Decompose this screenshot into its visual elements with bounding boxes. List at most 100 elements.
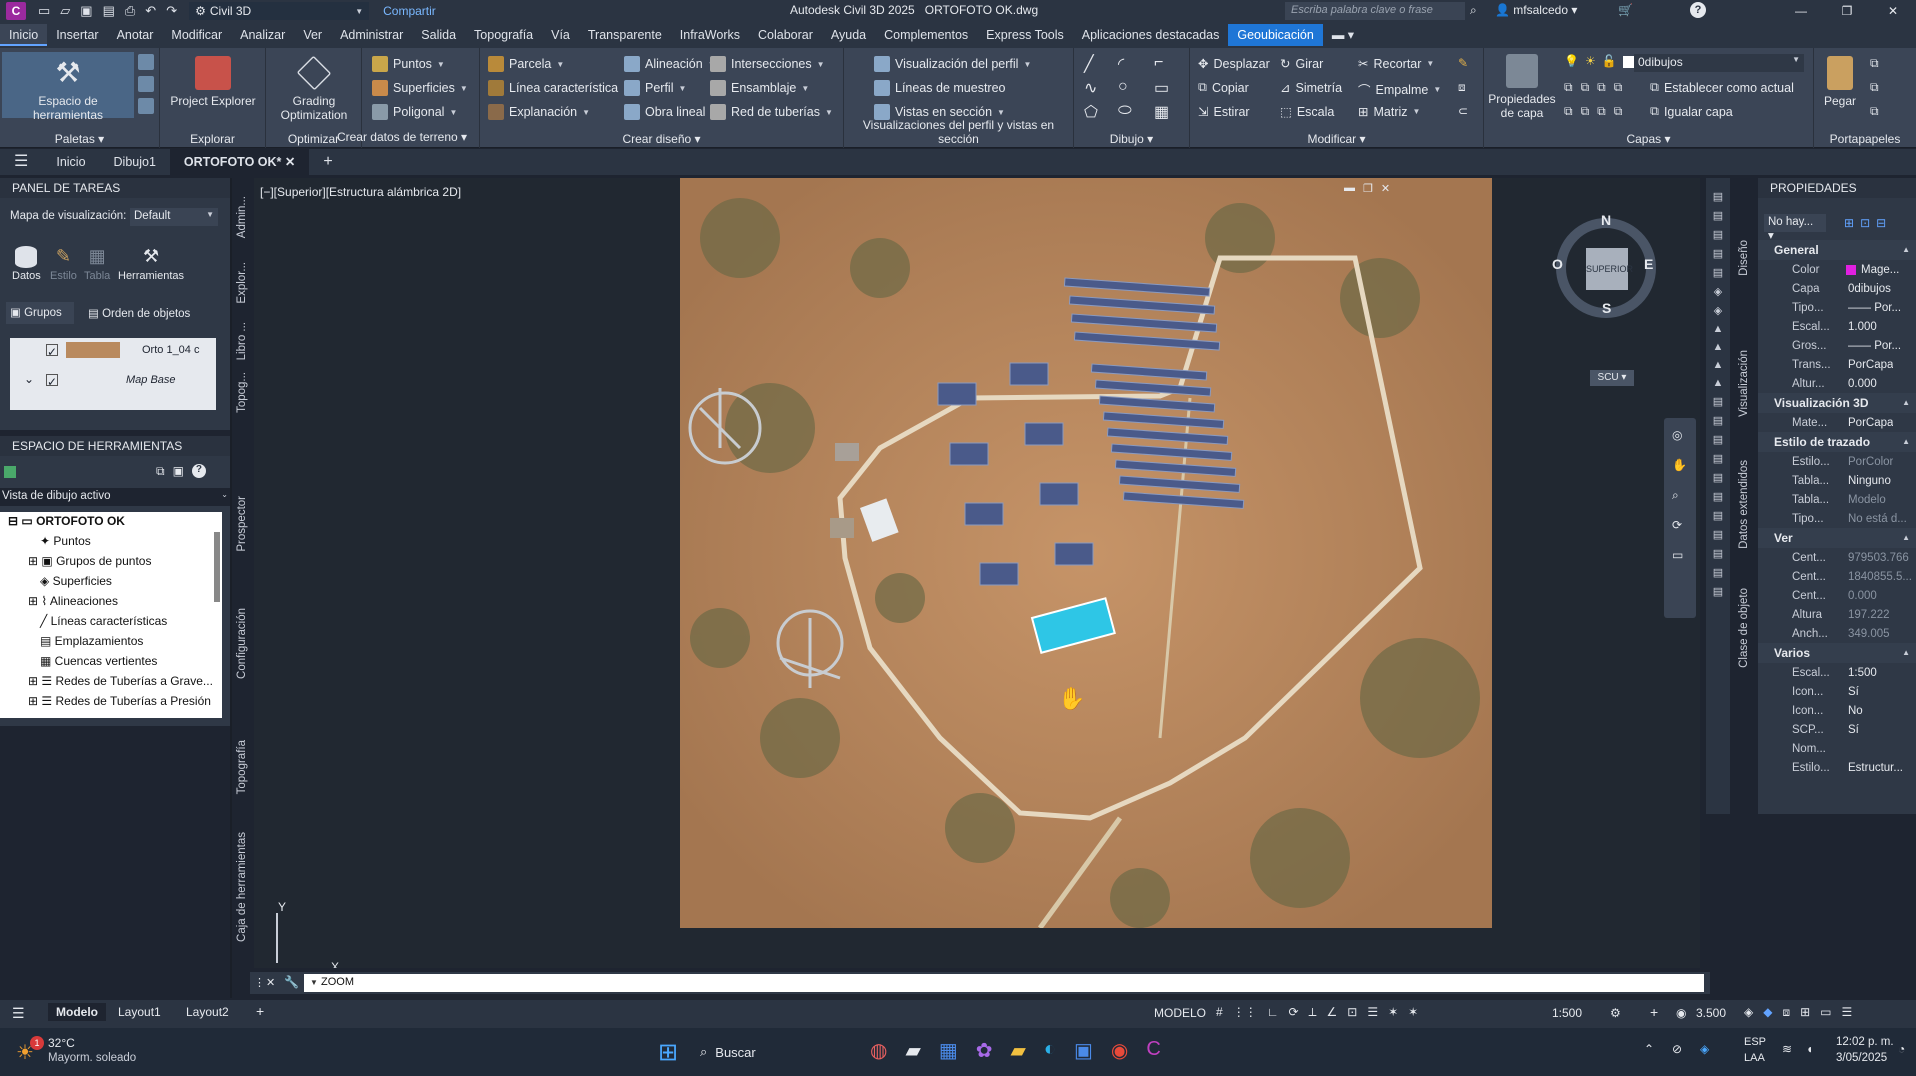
props-tab-visualizacion[interactable]: Visualización — [1738, 350, 1750, 417]
file-tab-inicio[interactable]: Inicio — [42, 149, 99, 175]
annotation-visibility-icon[interactable]: ✶ — [1388, 1005, 1398, 1020]
globe-icon[interactable]: ◉ — [1676, 1006, 1686, 1020]
tab-via[interactable]: Vía — [542, 24, 579, 46]
close-icon[interactable]: ✕ — [1870, 0, 1916, 22]
layer-tool-8-icon[interactable]: ⧉ — [1614, 104, 1623, 119]
copy-button[interactable]: ⧉ Copiar — [1198, 80, 1249, 95]
copy-clip-icon[interactable]: ⧉ — [1870, 56, 1879, 71]
prop-tipo[interactable]: Tipo... —— Por... — [1758, 298, 1916, 317]
prop-plot-type[interactable]: Tipo... No está d... — [1758, 509, 1916, 528]
plus-icon[interactable]: + — [1650, 1004, 1658, 1020]
tool-icon-13[interactable]: ▤ — [1713, 414, 1723, 427]
navigation-bar[interactable]: ◎ ✋ ⌕ ⟳ ▭ — [1664, 418, 1696, 618]
stretch-button[interactable]: ⇲ Estirar — [1198, 104, 1250, 120]
search-icon[interactable]: ⌕ — [1470, 3, 1477, 18]
tool-icon-4[interactable]: ▤ — [1713, 247, 1723, 260]
prop-annot-scale[interactable]: Escal... 1:500 — [1758, 663, 1916, 682]
civil3d-taskbar-icon[interactable]: C — [1146, 1038, 1160, 1063]
tool-icon-22[interactable]: ▤ — [1713, 585, 1723, 598]
arc-icon[interactable]: ◜ — [1118, 54, 1124, 74]
task-view-icon[interactable]: ▰ — [905, 1038, 920, 1063]
herramientas-button[interactable]: ⚒ Herramientas — [118, 246, 184, 282]
clock-time[interactable]: 12:02 p. m. — [1836, 1036, 1894, 1048]
model-space-button[interactable]: MODELO — [1154, 1006, 1206, 1020]
cmd-grip-icon[interactable]: ⋮ — [254, 976, 265, 989]
tool-icon-10[interactable]: ▲ — [1713, 359, 1724, 371]
circle-icon[interactable]: ○ — [1118, 78, 1128, 96]
groups-tab[interactable]: ▣ Grupos — [6, 302, 74, 324]
paste-button[interactable]: Pegar — [1818, 56, 1862, 108]
settings-icon[interactable]: ⚙ — [1610, 1006, 1621, 1020]
tabla-button[interactable]: ▦ Tabla — [84, 246, 110, 282]
tool-icon-2[interactable]: ▤ — [1713, 209, 1723, 222]
mirror-button[interactable]: ⊿ Simetría — [1280, 80, 1342, 96]
side-tab-explorer[interactable]: Explor... — [236, 262, 248, 304]
copilot-icon[interactable]: ✿ — [976, 1038, 993, 1063]
tool-palettes-icon[interactable] — [138, 98, 154, 114]
isolate-icon[interactable]: ◆ — [1763, 1005, 1772, 1020]
prop-ucs-icon-on[interactable]: Icon... Sí — [1758, 682, 1916, 701]
design-center-icon[interactable] — [138, 76, 154, 92]
customize-status-icon[interactable]: ☰ — [1842, 1005, 1853, 1020]
project-explorer-button[interactable]: Project Explorer — [168, 56, 258, 108]
hamburger-icon[interactable]: ☰ — [0, 149, 42, 175]
share-button[interactable]: Compartir — [383, 4, 436, 18]
orthophoto-image[interactable] — [680, 178, 1492, 928]
tab-administrar[interactable]: Administrar — [331, 24, 412, 46]
match-layer-button[interactable]: ⧉ Igualar capa — [1650, 104, 1733, 119]
panel-title-modificar[interactable]: Modificar ▾ — [1190, 132, 1483, 146]
zoom-icon[interactable]: ⌕ — [1672, 488, 1679, 503]
tray-app2-icon[interactable]: ◈ — [1700, 1042, 1709, 1056]
isodraft-icon[interactable]: ⟂ — [1309, 1005, 1317, 1020]
clock-date[interactable]: 3/05/2025 — [1836, 1052, 1887, 1064]
panel-title-paletas[interactable]: Paletas ▾ — [0, 132, 159, 146]
tab-salida[interactable]: Salida — [412, 24, 465, 46]
prop-altura[interactable]: Altur... 0.000 — [1758, 374, 1916, 393]
close-tab-icon[interactable]: ✕ — [285, 155, 295, 169]
toolspace-help-icon[interactable]: ? — [191, 464, 206, 478]
tray-chevron-icon[interactable]: ⌃ — [1644, 1042, 1654, 1056]
widgets-icon[interactable]: ▦ — [939, 1038, 958, 1063]
datos-button[interactable]: Datos — [12, 246, 41, 282]
compass-e[interactable]: E — [1644, 256, 1653, 272]
layer-tool-1-icon[interactable]: ⧉ — [1564, 80, 1573, 95]
weather-desc[interactable]: Mayorm. soleado — [48, 1052, 136, 1064]
lang-2[interactable]: LAA — [1744, 1052, 1765, 1064]
polygon-icon[interactable]: ⬠ — [1084, 102, 1098, 122]
user-account[interactable]: 👤 mfsalcedo ▾ — [1495, 3, 1577, 17]
pipe-network-button[interactable]: Red de tuberías ▼ — [710, 104, 833, 120]
ortho-icon[interactable]: ∟ — [1267, 1005, 1279, 1020]
viewport-restore-icon[interactable]: ❐ — [1363, 182, 1373, 195]
notifications-icon[interactable]: ◔ — [1898, 1042, 1905, 1056]
prop-capa[interactable]: Capa 0dibujos — [1758, 279, 1916, 298]
panel-title-capas[interactable]: Capas ▾ — [1484, 132, 1813, 146]
volume-icon[interactable]: ◖ — [1806, 1042, 1813, 1056]
search-input[interactable]: Escriba palabra clave o frase — [1285, 2, 1465, 20]
panel-title-terreno[interactable]: Crear datos de terreno ▾ — [322, 130, 482, 145]
layer-properties-button[interactable]: Propiedades de capa — [1488, 54, 1556, 120]
command-line[interactable]: ⋮ ✕ 🔧 ▼ ZOOM — [250, 972, 1710, 994]
move-button[interactable]: ✥ Desplazar — [1198, 56, 1270, 72]
prop-view-height[interactable]: Altura 197.222 — [1758, 605, 1916, 624]
search-highlight-icon[interactable]: ◍ — [870, 1038, 887, 1063]
workspace-icon[interactable]: ⊞ — [1800, 1005, 1810, 1020]
prop-plot-table2[interactable]: Tabla... Modelo — [1758, 490, 1916, 509]
puntos-button[interactable]: Puntos ▼ — [372, 56, 445, 72]
polyline-icon[interactable]: ⌐ — [1154, 54, 1163, 72]
polar-icon[interactable]: ⟳ — [1288, 1005, 1298, 1020]
prop-center-y[interactable]: Cent... 1840855.5... — [1758, 567, 1916, 586]
prop-material[interactable]: Mate... PorCapa — [1758, 413, 1916, 432]
cut-icon[interactable]: ⧉ — [1870, 80, 1879, 95]
ucs-menu[interactable]: SCU ▾ — [1590, 370, 1634, 386]
trim-button[interactable]: ✂ Recortar ▼ — [1358, 56, 1434, 72]
assembly-button[interactable]: Ensamblaje ▼ — [710, 80, 809, 96]
annotation-scale[interactable]: 1:500 — [1552, 1006, 1582, 1020]
draw-order-tab[interactable]: ▤ Orden de objetos — [88, 306, 190, 320]
saveas-icon[interactable]: ▤ — [103, 3, 115, 19]
compass-w[interactable]: O — [1552, 256, 1563, 272]
hardware-accel-icon[interactable]: ◈ — [1744, 1005, 1753, 1020]
layer-tool-6-icon[interactable]: ⧉ — [1581, 104, 1590, 119]
tab-layout1[interactable]: Layout1 — [118, 1005, 161, 1019]
corridor-button[interactable]: Obra lineal▼ — [624, 104, 718, 120]
wifi-icon[interactable]: ≋ — [1782, 1042, 1792, 1056]
